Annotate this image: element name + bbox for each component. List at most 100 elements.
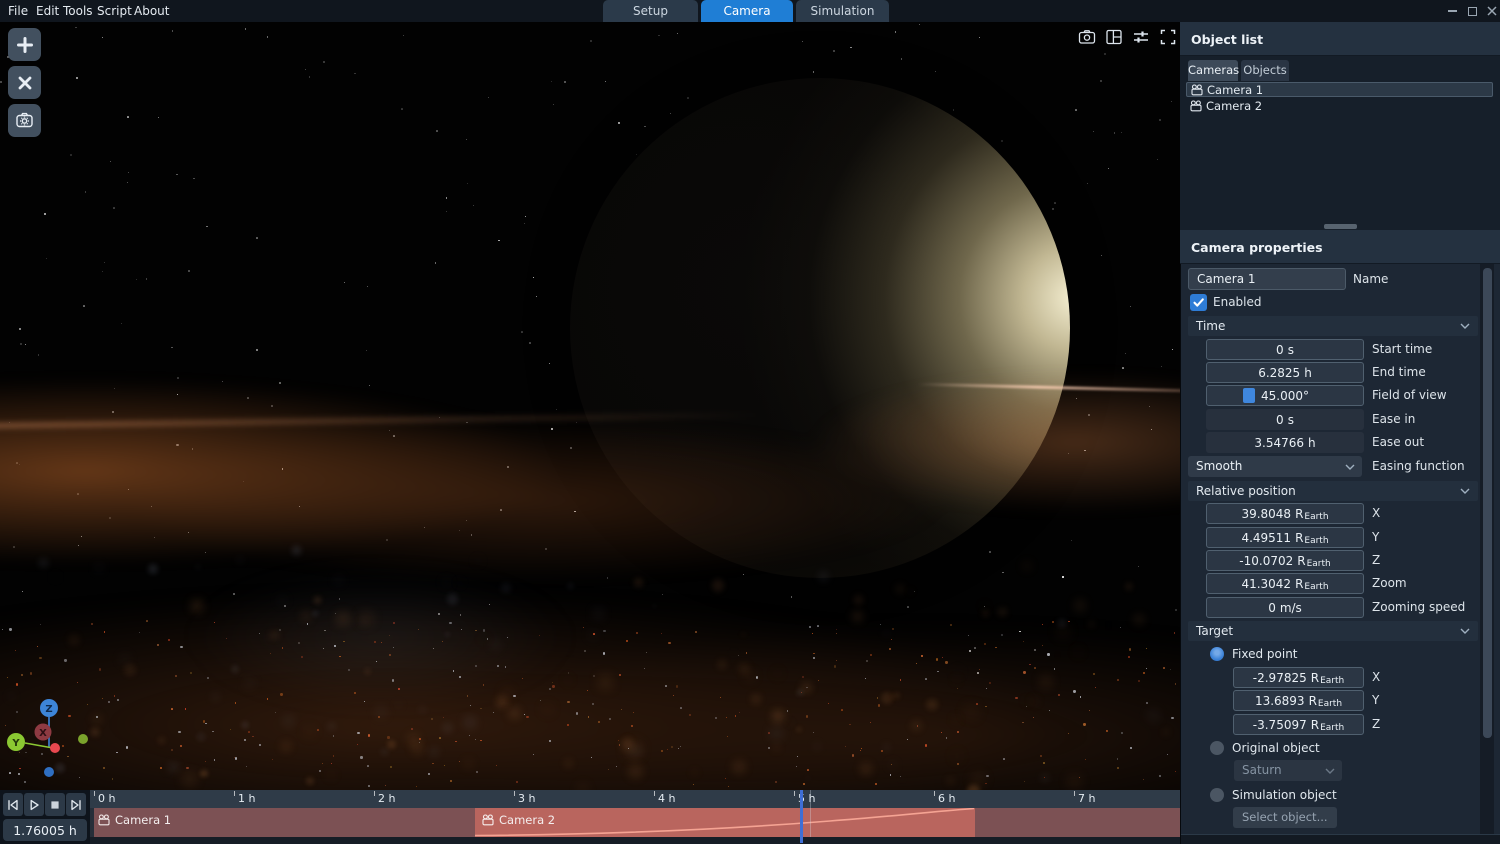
split-view-button[interactable] bbox=[1104, 27, 1124, 47]
close-icon bbox=[17, 75, 33, 91]
chevron-down-icon bbox=[1460, 628, 1470, 634]
list-item-label: Camera 1 bbox=[1207, 83, 1263, 97]
ease-out-input[interactable]: 3.54766h bbox=[1206, 432, 1364, 453]
minimize-button[interactable] bbox=[1444, 3, 1460, 19]
adjustments-icon bbox=[1132, 28, 1150, 46]
start-time-input[interactable]: 0s bbox=[1206, 339, 1364, 360]
tick-label: 4 h bbox=[658, 792, 675, 805]
application-window: X Z Y File Edit Tools Script About Setup… bbox=[0, 0, 1500, 844]
target-y-input[interactable]: 13.6893REarth bbox=[1233, 690, 1364, 711]
panel-scrollbar-thumb[interactable] bbox=[1483, 268, 1492, 738]
axis-z-label: Z bbox=[45, 704, 52, 715]
simulation-object-radio[interactable] bbox=[1210, 788, 1224, 802]
segment-label: Camera 1 bbox=[98, 813, 171, 827]
skip-end-button[interactable] bbox=[66, 793, 86, 816]
original-object-select[interactable]: Saturn bbox=[1234, 760, 1342, 781]
menu-about[interactable]: About bbox=[128, 0, 175, 22]
maximize-button[interactable] bbox=[1464, 3, 1480, 19]
end-time-input[interactable]: 6.2825h bbox=[1206, 362, 1364, 383]
zooming-speed-input[interactable]: 0m/s bbox=[1206, 597, 1364, 618]
chevron-down-icon bbox=[1345, 464, 1355, 470]
skip-start-button[interactable] bbox=[3, 793, 23, 816]
skip-start-icon bbox=[5, 797, 21, 813]
chevron-down-icon bbox=[1460, 488, 1470, 494]
minimize-icon bbox=[1448, 10, 1457, 12]
relative-z-label: Z bbox=[1372, 550, 1380, 571]
tab-cameras[interactable]: Cameras bbox=[1188, 60, 1238, 81]
tick-label: 6 h bbox=[938, 792, 955, 805]
skip-end-icon bbox=[68, 797, 84, 813]
original-object-radio[interactable] bbox=[1210, 741, 1224, 755]
remove-camera-button[interactable] bbox=[8, 66, 41, 99]
tick-label: 1 h bbox=[238, 792, 255, 805]
timeline-bottom-strip bbox=[90, 837, 1180, 844]
close-window-button[interactable] bbox=[1484, 3, 1500, 19]
target-x-label: X bbox=[1372, 667, 1380, 688]
adjustments-button[interactable] bbox=[1131, 27, 1151, 47]
camera-name-input[interactable]: Camera 1 bbox=[1188, 268, 1346, 290]
axis-gizmo[interactable]: X Z Y bbox=[0, 690, 110, 790]
menu-bar: File Edit Tools Script About Setup Camer… bbox=[0, 0, 1500, 22]
tab-camera[interactable]: Camera bbox=[701, 0, 793, 22]
split-view-icon bbox=[1105, 28, 1123, 46]
object-list-title: Object list bbox=[1191, 32, 1263, 47]
segment-camera-2[interactable]: Camera 2 bbox=[475, 808, 975, 837]
tab-setup[interactable]: Setup bbox=[603, 0, 698, 22]
close-icon bbox=[1487, 6, 1497, 16]
zoom-input[interactable]: 41.3042REarth bbox=[1206, 573, 1364, 594]
relative-y-input[interactable]: 4.49511REarth bbox=[1206, 527, 1364, 548]
stop-icon bbox=[47, 797, 63, 813]
panel-footer bbox=[1181, 834, 1500, 844]
maximize-icon bbox=[1468, 7, 1477, 16]
section-target[interactable]: Target bbox=[1188, 621, 1478, 641]
add-camera-button[interactable] bbox=[8, 28, 41, 61]
timeline-ruler[interactable]: 0 h 1 h 2 h 3 h 4 h 5 h 6 h 7 h bbox=[90, 790, 1180, 808]
section-time[interactable]: Time bbox=[1188, 316, 1478, 336]
tick-label: 0 h bbox=[98, 792, 115, 805]
select-object-button[interactable]: Select object... bbox=[1233, 807, 1337, 828]
field-of-view-slider[interactable]: 45.000° bbox=[1206, 385, 1364, 406]
list-item-camera-1[interactable]: Camera 1 bbox=[1186, 82, 1493, 97]
tab-objects[interactable]: Objects bbox=[1241, 60, 1289, 81]
camera-properties-title: Camera properties bbox=[1191, 240, 1323, 255]
fullscreen-button[interactable] bbox=[1158, 27, 1178, 47]
chevron-down-icon bbox=[1460, 323, 1470, 329]
tick-label: 7 h bbox=[1078, 792, 1095, 805]
screenshot-button[interactable] bbox=[1077, 27, 1097, 47]
fixed-point-radio[interactable] bbox=[1210, 647, 1224, 661]
viewport-3d[interactable]: X Z Y bbox=[0, 22, 1180, 790]
camera-settings-button[interactable] bbox=[8, 104, 41, 137]
list-item-label: Camera 2 bbox=[1206, 99, 1262, 113]
enabled-checkbox[interactable] bbox=[1190, 294, 1207, 311]
panel-splitter-handle[interactable] bbox=[1324, 224, 1357, 229]
zoom-label: Zoom bbox=[1372, 573, 1407, 594]
timeline-ghost-marker bbox=[810, 790, 811, 837]
relative-x-input[interactable]: 39.8048REarth bbox=[1206, 503, 1364, 524]
target-x-input[interactable]: -2.97825REarth bbox=[1233, 667, 1364, 688]
movie-camera-icon bbox=[98, 814, 110, 826]
list-item-camera-2[interactable]: Camera 2 bbox=[1186, 98, 1493, 113]
timeline-track[interactable]: Camera 1 Camera 2 bbox=[90, 808, 1180, 837]
target-y-label: Y bbox=[1372, 690, 1379, 711]
relative-z-input[interactable]: -10.0702REarth bbox=[1206, 550, 1364, 571]
target-z-input[interactable]: -3.75097REarth bbox=[1233, 714, 1364, 735]
simulation-object-label: Simulation object bbox=[1232, 788, 1337, 803]
tick-label: 3 h bbox=[518, 792, 535, 805]
current-time-display[interactable]: 1.76005 h bbox=[3, 819, 87, 841]
segment-label: Camera 2 bbox=[482, 813, 555, 827]
timeline-playhead[interactable] bbox=[800, 790, 803, 843]
check-icon bbox=[1192, 296, 1205, 309]
slider-handle[interactable] bbox=[1243, 388, 1255, 403]
tab-simulation[interactable]: Simulation bbox=[796, 0, 889, 22]
stop-button[interactable] bbox=[45, 793, 65, 816]
section-relative-position[interactable]: Relative position bbox=[1188, 481, 1478, 501]
ease-in-input[interactable]: 0s bbox=[1206, 409, 1364, 430]
play-icon bbox=[26, 797, 42, 813]
end-time-label: End time bbox=[1372, 362, 1426, 383]
movie-camera-icon bbox=[482, 814, 494, 826]
movie-camera-icon bbox=[1191, 84, 1203, 96]
easing-function-select[interactable]: Smooth bbox=[1188, 456, 1362, 477]
play-button[interactable] bbox=[24, 793, 44, 816]
fullscreen-icon bbox=[1159, 28, 1177, 46]
easing-function-label: Easing function bbox=[1372, 456, 1465, 477]
